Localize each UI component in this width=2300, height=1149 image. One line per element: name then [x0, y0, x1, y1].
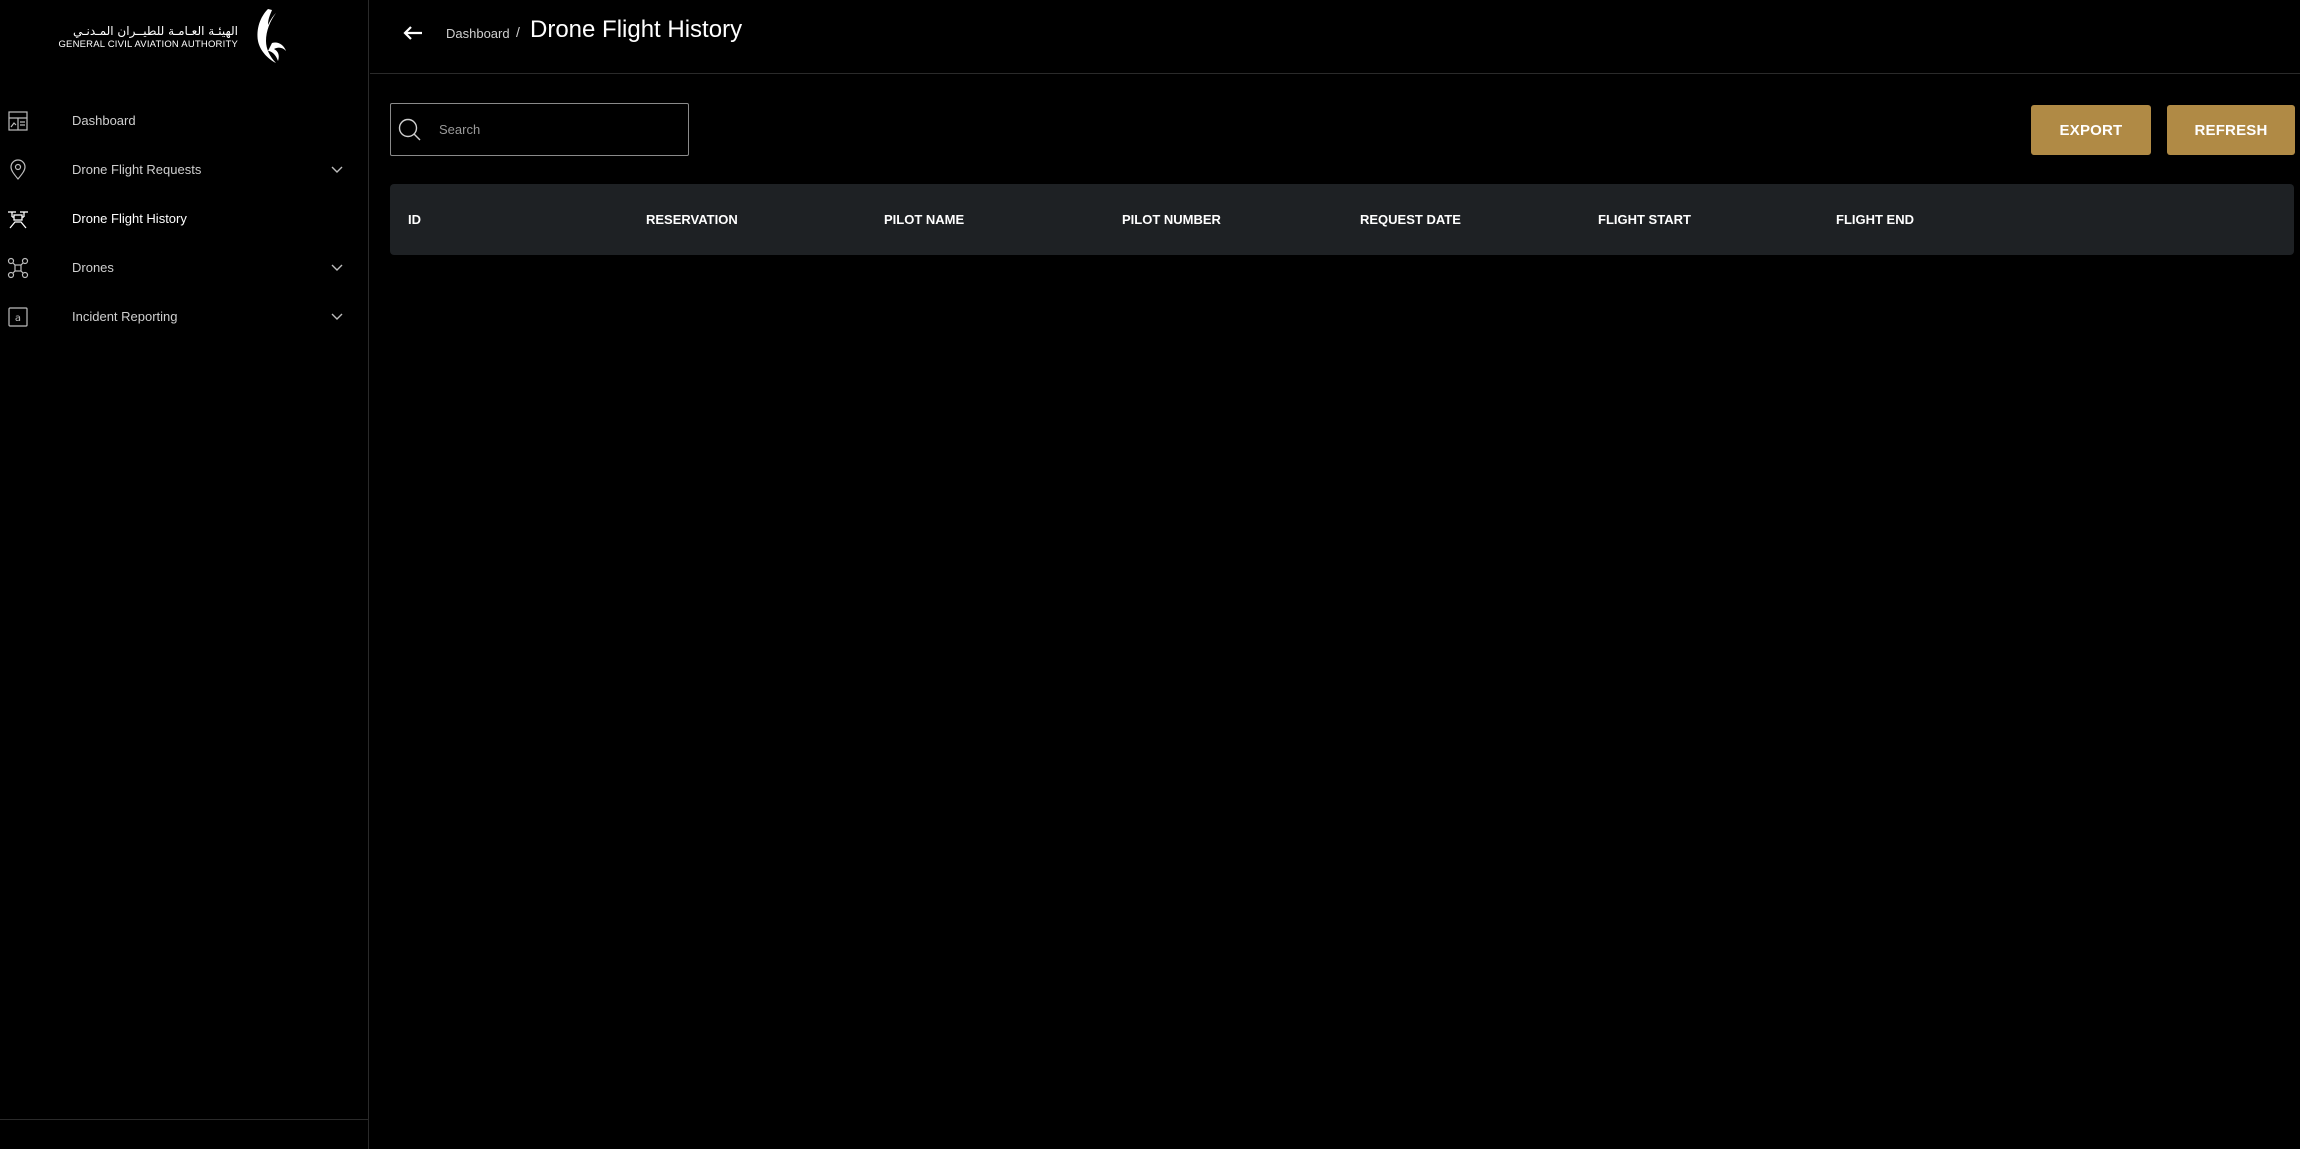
- search-input[interactable]: [439, 104, 679, 155]
- sidebar-item-label: Incident Reporting: [72, 309, 178, 324]
- incident-icon: a: [7, 306, 29, 328]
- column-header-pilot-name[interactable]: PILOT NAME: [884, 212, 964, 227]
- dashboard-icon: [7, 110, 29, 132]
- gcaa-logo[interactable]: الهيئـة العـامـة للطيــران المـدنـي GENE…: [58, 6, 300, 68]
- logo-english-text: GENERAL CIVIL AVIATION AUTHORITY: [58, 39, 238, 50]
- sidebar-item-label: Drone Flight Requests: [72, 162, 202, 177]
- chevron-down-icon[interactable]: [328, 161, 346, 179]
- column-header-request-date[interactable]: REQUEST DATE: [1360, 212, 1461, 227]
- falcon-wing-logo-icon: [257, 9, 286, 63]
- chevron-down-icon[interactable]: [328, 259, 346, 277]
- sidebar-item-drones[interactable]: Drones: [0, 243, 368, 292]
- back-arrow-icon[interactable]: [400, 20, 426, 46]
- sidebar-item-incident-reporting[interactable]: a Incident Reporting: [0, 292, 368, 341]
- export-button[interactable]: EXPORT: [2031, 105, 2151, 155]
- sidebar-nav: Dashboard Drone Flight Requests Drone Fl…: [0, 96, 368, 341]
- page-header: Dashboard / Drone Flight History: [370, 0, 2300, 74]
- sidebar-item-label: Drone Flight History: [72, 211, 187, 226]
- sidebar-item-dashboard[interactable]: Dashboard: [0, 96, 368, 145]
- column-header-id[interactable]: ID: [408, 212, 421, 227]
- table-header: ID RESERVATION PILOT NAME PILOT NUMBER R…: [390, 184, 2294, 255]
- chevron-down-icon[interactable]: [328, 308, 346, 326]
- logo-arabic-text: الهيئـة العـامـة للطيــران المـدنـي: [73, 24, 238, 38]
- page-title: Drone Flight History: [530, 16, 743, 43]
- sidebar-item-drone-flight-requests[interactable]: Drone Flight Requests: [0, 145, 368, 194]
- sidebar-item-drone-flight-history[interactable]: Drone Flight History: [0, 194, 368, 243]
- column-header-reservation[interactable]: RESERVATION: [646, 212, 738, 227]
- svg-text:a: a: [15, 313, 21, 324]
- sidebar-item-label: Drones: [72, 260, 114, 275]
- sidebar-item-label: Dashboard: [72, 113, 136, 128]
- location-pin-icon: [7, 158, 29, 181]
- breadcrumb-separator: /: [516, 24, 520, 40]
- breadcrumb-dashboard[interactable]: Dashboard: [446, 26, 510, 41]
- refresh-button[interactable]: REFRESH: [2167, 105, 2295, 155]
- sidebar-divider: [0, 1119, 368, 1120]
- drone-icon: [7, 257, 29, 279]
- search-icon: [398, 118, 421, 141]
- search-box[interactable]: [390, 103, 689, 156]
- logo-text: الهيئـة العـامـة للطيــران المـدنـي GENE…: [58, 23, 238, 51]
- column-header-flight-start[interactable]: FLIGHT START: [1598, 212, 1691, 227]
- column-header-flight-end[interactable]: FLIGHT END: [1836, 212, 1914, 227]
- column-header-pilot-number[interactable]: PILOT NUMBER: [1122, 212, 1221, 227]
- sidebar: الهيئـة العـامـة للطيــران المـدنـي GENE…: [0, 0, 369, 1149]
- drone-history-icon: [7, 208, 29, 230]
